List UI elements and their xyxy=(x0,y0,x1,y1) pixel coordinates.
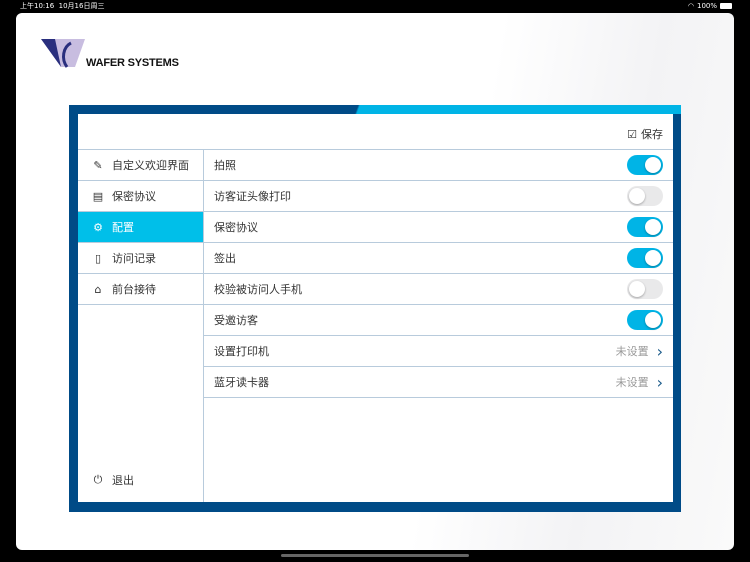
nda-toggle[interactable] xyxy=(627,217,663,237)
chevron-right-icon: › xyxy=(656,372,663,392)
save-label: 保存 xyxy=(641,128,663,141)
setting-label: 签出 xyxy=(214,252,236,265)
date: 10月16日周三 xyxy=(58,2,105,10)
sidebar-item-label: 访问记录 xyxy=(112,252,156,265)
setting-label: 校验被访问人手机 xyxy=(214,283,302,296)
settings-panel: ☑ 保存 ✎ 自定义欢迎界面 ▤ 保密协议 ⚙ 配置 ▯ 访问记录 ⌂ 前台接待 ⏻ 退出 拍… xyxy=(69,105,681,512)
setting-bluetooth-reader[interactable]: 蓝牙读卡器 未设置 › xyxy=(204,367,673,398)
setting-value: 未设置 xyxy=(615,376,649,389)
time: 上午10:16 xyxy=(20,2,55,10)
reception-bell-icon: ⌂ xyxy=(94,282,102,296)
setting-printer[interactable]: 设置打印机 未设置 › xyxy=(204,336,673,367)
sidebar-item-nda[interactable]: ▤ 保密协议 xyxy=(78,181,203,212)
document-icon: ▯ xyxy=(94,251,102,265)
checkbox-icon: ☑ xyxy=(627,127,637,141)
sidebar-item-reception[interactable]: ⌂ 前台接待 xyxy=(78,274,203,305)
badge-photo-print-toggle[interactable] xyxy=(627,186,663,206)
setting-invited-visitor: 受邀访客 xyxy=(204,305,673,336)
save-button[interactable]: ☑ 保存 xyxy=(627,126,663,142)
sidebar-item-config[interactable]: ⚙ 配置 xyxy=(78,212,203,243)
power-icon: ⏻ xyxy=(93,473,103,486)
logout-label: 退出 xyxy=(112,474,134,487)
battery-icon xyxy=(720,3,732,9)
sidebar-item-label: 配置 xyxy=(112,221,134,234)
status-right: ◠ 100% xyxy=(688,0,732,12)
sidebar-item-records[interactable]: ▯ 访问记录 xyxy=(78,243,203,274)
setting-signout: 签出 xyxy=(204,243,673,274)
setting-label: 蓝牙读卡器 xyxy=(214,376,269,389)
setting-label: 拍照 xyxy=(214,159,236,172)
wifi-icon: ◠ xyxy=(687,2,694,10)
setting-label: 受邀访客 xyxy=(214,314,258,327)
setting-verify-phone: 校验被访问人手机 xyxy=(204,274,673,305)
invited-visitor-toggle[interactable] xyxy=(627,310,663,330)
panel-header: ☑ 保存 xyxy=(78,114,673,150)
setting-label: 设置打印机 xyxy=(214,345,269,358)
sidebar: ✎ 自定义欢迎界面 ▤ 保密协议 ⚙ 配置 ▯ 访问记录 ⌂ 前台接待 ⏻ 退出 xyxy=(78,150,204,502)
panel-content: ☑ 保存 ✎ 自定义欢迎界面 ▤ 保密协议 ⚙ 配置 ▯ 访问记录 ⌂ 前台接待 ⏻ 退出 拍… xyxy=(78,114,673,502)
logout-button[interactable]: ⏻ 退出 xyxy=(92,472,134,488)
setting-label: 保密协议 xyxy=(214,221,258,234)
gear-icon: ⚙ xyxy=(93,220,103,234)
photo-toggle[interactable] xyxy=(627,155,663,175)
status-time: 上午10:16 10月16日周三 xyxy=(20,0,104,12)
app-screen: WAFER SYSTEMS ☑ 保存 ✎ 自定义欢迎界面 ▤ 保密协议 ⚙ 配置 ▯ 访问… xyxy=(16,13,734,550)
setting-badge-photo-print: 访客证头像打印 xyxy=(204,181,673,212)
battery-percent: 100% xyxy=(696,2,717,10)
setting-value: 未设置 xyxy=(615,345,649,358)
sidebar-item-label: 保密协议 xyxy=(112,190,156,203)
setting-nda: 保密协议 xyxy=(204,212,673,243)
verify-phone-toggle[interactable] xyxy=(627,279,663,299)
brand-name: WAFER SYSTEMS xyxy=(86,57,179,69)
panel-top-strip xyxy=(69,105,681,114)
sidebar-item-welcome[interactable]: ✎ 自定义欢迎界面 xyxy=(78,150,203,181)
status-bar: 上午10:16 10月16日周三 ◠ 100% xyxy=(0,0,750,13)
signout-toggle[interactable] xyxy=(627,248,663,268)
sidebar-item-label: 前台接待 xyxy=(112,283,156,296)
setting-label: 访客证头像打印 xyxy=(214,190,291,203)
chevron-right-icon: › xyxy=(656,341,663,361)
setting-photo: 拍照 xyxy=(204,150,673,181)
settings-list: 拍照 访客证头像打印 保密协议 签出 校验被访问人手机 受邀访客 设置打印机未设… xyxy=(204,150,673,398)
edit-icon: ✎ xyxy=(93,158,103,172)
home-indicator[interactable] xyxy=(281,554,469,557)
clipboard-icon: ▤ xyxy=(92,189,104,203)
sidebar-item-label: 自定义欢迎界面 xyxy=(112,159,189,172)
